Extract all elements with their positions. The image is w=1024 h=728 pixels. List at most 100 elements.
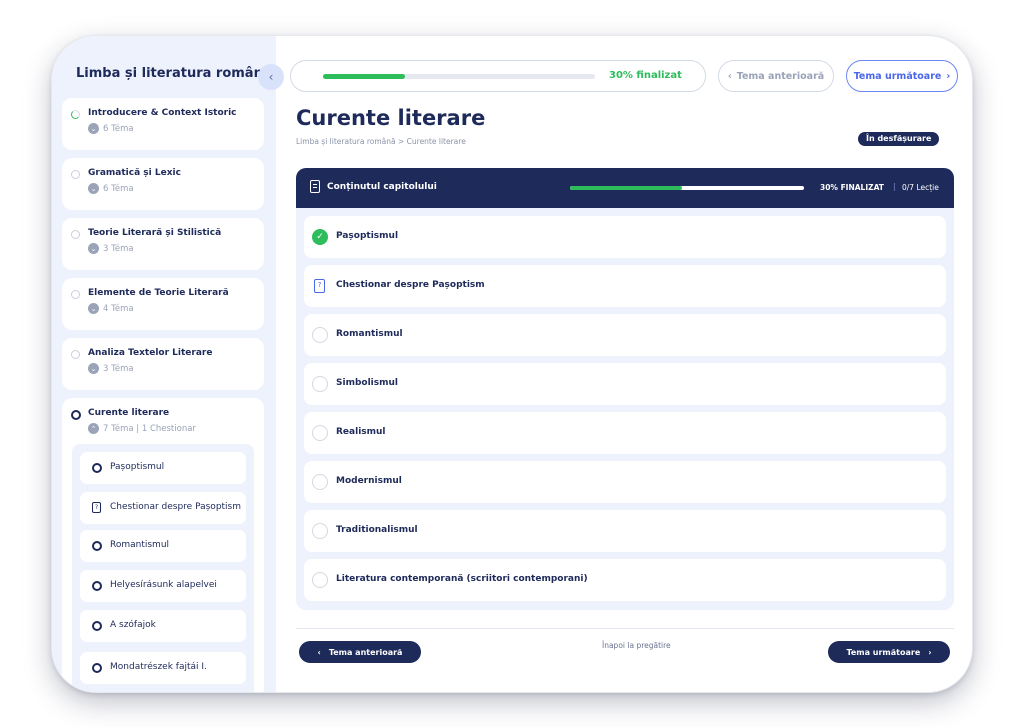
chevron-down-icon[interactable]: ⌄ [88,123,99,134]
lesson-row[interactable]: Modernismul [304,461,946,503]
status-circle-icon [92,621,102,631]
sidebar-lesson-item[interactable]: Pașoptismul [80,452,246,484]
next-topic-button[interactable]: Tema următoare › [846,60,958,92]
chapter-lessons-list: Pașoptismul ? Chestionar despre Pașoptis… [72,444,254,692]
sidebar-lesson-item[interactable]: Romantismul [80,530,246,562]
loading-icon [71,110,80,119]
sidebar-title: Limba și literatura română [76,66,272,81]
sidebar-chapter[interactable]: Elemente de Teorie Literară ⌄ 4 Téma [62,278,264,330]
lesson-label: Romantismul [336,329,403,339]
lesson-count: 0/7 Lecție [902,183,939,192]
lesson-row[interactable]: Romantismul [304,314,946,356]
page-title: Curente literare [296,106,486,130]
empty-circle-icon [312,474,328,490]
collapse-sidebar-button[interactable]: ‹ [258,64,284,90]
lesson-label: Helyesírásunk alapelvei [110,580,217,590]
separator: | [893,182,896,191]
sidebar-chapter[interactable]: Introducere & Context Istoric ⌄ 6 Téma [62,98,264,150]
quiz-icon: ? [92,502,101,513]
progress-fill [323,74,405,79]
sidebar-lesson-item[interactable]: ? Chestionar despre Pașoptism [80,492,246,524]
lesson-label: Realismul [336,427,386,437]
lesson-label: Pașoptismul [336,231,399,241]
lesson-row[interactable]: Realismul [304,412,946,454]
lesson-label: Modernismul [336,476,402,486]
sidebar-chapter[interactable]: Teorie Literară și Stilistică ⌄ 3 Téma [62,218,264,270]
chevron-right-icon: › [946,70,951,82]
prev-topic-button[interactable]: ‹ Tema anterioară [718,60,834,92]
empty-circle-icon [312,376,328,392]
chapter-title: Elemente de Teorie Literară [88,288,229,298]
status-circle-icon [92,463,102,473]
status-circle-icon [92,581,102,591]
empty-circle-icon [312,425,328,441]
sidebar-chapter-expanded[interactable]: Curente literare ⌃ 7 Téma | 1 Chestionar … [62,398,264,692]
sidebar-lesson-item[interactable]: A szófajok [80,610,246,642]
chapter-title: Introducere & Context Istoric [88,108,237,118]
lesson-label: Chestionar despre Pașoptism [336,280,485,290]
chevron-down-icon[interactable]: ⌄ [88,183,99,194]
prev-topic-bottom-label: Tema anterioară [328,647,403,657]
document-icon [310,180,320,193]
breadcrumb[interactable]: Limba și literatura română > Curente lit… [296,137,466,146]
chapter-content-header: Conținutul capitolului 30% FINALIZAT | 0… [296,168,954,208]
lesson-label: Mondatrészek fajtái I. [110,662,207,672]
chevron-down-icon[interactable]: ⌄ [88,243,99,254]
content-header-title: Conținutul capitolului [327,182,437,192]
status-circle-icon [71,170,80,179]
back-to-preparation-link[interactable]: Înapoi la pregătire [602,641,671,650]
progress-text: 30% finalizat [609,70,682,81]
lesson-row[interactable]: Simbolismul [304,363,946,405]
chapter-title: Curente literare [88,408,170,418]
lesson-row[interactable]: ? Chestionar despre Pașoptism [304,265,946,307]
lesson-row[interactable]: ✓ Pașoptismul [304,216,946,258]
status-circle-icon [92,663,102,673]
chapter-meta: ⌄ 6 Téma [88,183,134,194]
next-topic-bottom-label: Tema următoare [846,647,921,657]
sidebar-chapter[interactable]: Analiza Textelor Literare ⌄ 3 Téma [62,338,264,390]
chevron-down-icon[interactable]: ⌄ [88,303,99,314]
chapter-content-panel: Conținutul capitolului 30% FINALIZAT | 0… [296,168,954,610]
lesson-label: Simbolismul [336,378,398,388]
lesson-row[interactable]: Traditionalismul [304,510,946,552]
chapter-meta: ⌄ 3 Téma [88,363,134,374]
quiz-icon: ? [314,279,325,293]
status-circle-icon [71,290,80,299]
sidebar-chapter[interactable]: Gramatică și Lexic ⌄ 6 Téma [62,158,264,210]
progress-track [323,74,595,79]
chevron-right-icon: › [928,647,932,657]
status-circle-icon [92,541,102,551]
sidebar: Limba și literatura română Introducere &… [52,36,276,692]
prev-topic-bottom-button[interactable]: ‹ Tema anterioară [299,641,421,663]
course-progress: 30% finalizat [290,60,706,92]
divider [296,628,954,629]
lesson-label: Chestionar despre Pașoptism [110,502,242,512]
lesson-label: Traditionalismul [336,525,418,535]
status-badge: În desfășurare [858,132,940,146]
chevron-left-icon: ‹ [317,647,321,657]
chapter-progress-text: 30% FINALIZAT [820,183,884,192]
chapter-meta: ⌄ 6 Téma [88,123,134,134]
chapter-title: Teorie Literară și Stilistică [88,228,222,238]
chapter-progress-track [570,186,804,190]
chapter-meta: ⌄ 3 Téma [88,243,134,254]
empty-circle-icon [312,572,328,588]
status-circle-icon [71,230,80,239]
chevron-left-icon: ‹ [727,70,732,82]
lesson-label: Romantismul [110,540,170,550]
next-topic-bottom-button[interactable]: Tema următoare › [828,641,950,663]
lesson-label: Literatura contemporană (scriitori conte… [336,574,588,584]
main-content: 30% finalizat ‹ Tema anterioară Tema urm… [276,36,972,692]
prev-topic-label: Tema anterioară [736,70,825,82]
empty-circle-icon [312,523,328,539]
lesson-label: A szófajok [110,620,156,630]
chapter-meta: ⌄ 4 Téma [88,303,134,314]
sidebar-lesson-item[interactable]: Helyesírásunk alapelvei [80,570,246,602]
sidebar-lesson-item[interactable]: Mondatrészek fajtái I. [80,652,246,684]
empty-circle-icon [312,327,328,343]
chevron-down-icon[interactable]: ⌄ [88,363,99,374]
chevron-up-icon[interactable]: ⌃ [88,423,99,434]
app-window: Limba și literatura română Introducere &… [52,36,972,692]
lesson-row[interactable]: Literatura contemporană (scriitori conte… [304,559,946,601]
status-circle-icon [71,350,80,359]
